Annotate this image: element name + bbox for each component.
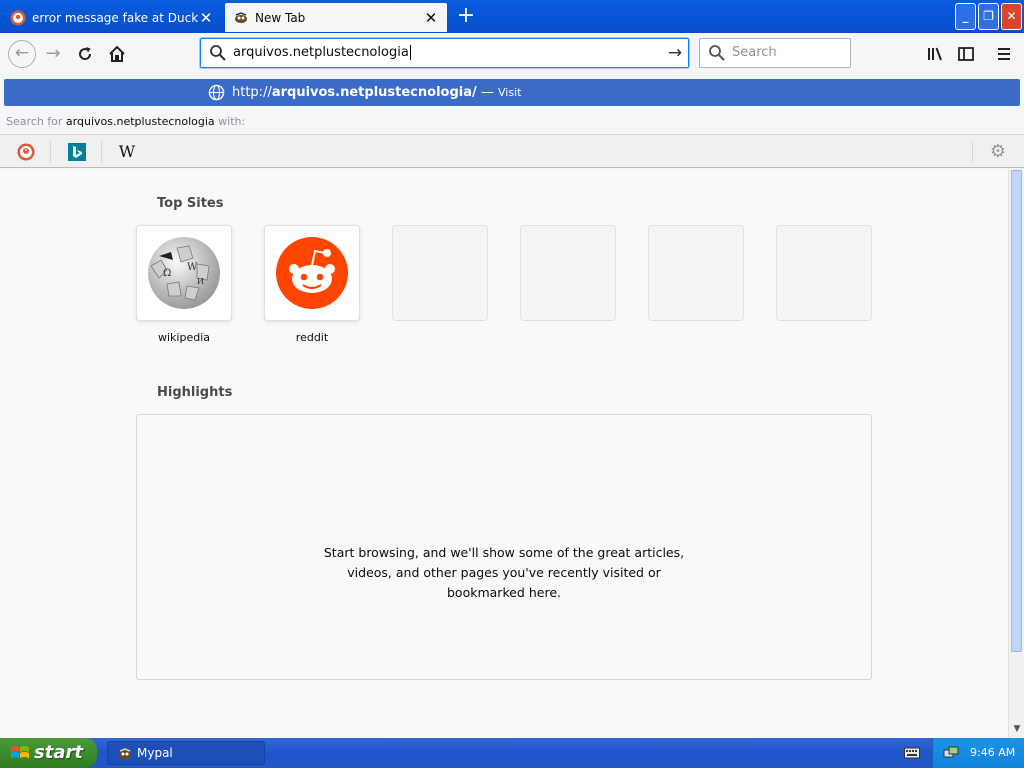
text-caret xyxy=(409,45,411,60)
engine-divider xyxy=(972,141,973,163)
home-icon xyxy=(109,45,125,62)
forward-button[interactable]: → xyxy=(41,42,65,66)
search-with-label: Search for arquivos.netplustecnologia wi… xyxy=(6,115,245,128)
duckduckgo-icon xyxy=(10,10,26,25)
sidebar-icon xyxy=(958,47,974,61)
taskbar-item-mypal[interactable]: Mypal xyxy=(107,741,265,765)
keyboard-icon[interactable] xyxy=(904,746,920,759)
windows-logo-icon xyxy=(11,746,29,758)
search-for-query: arquivos.netplustecnologia xyxy=(65,115,215,128)
start-label: start xyxy=(34,742,83,763)
minimize-button[interactable]: _ xyxy=(955,3,976,30)
search-engine-bar: W ⚙ xyxy=(0,134,1024,168)
engine-divider xyxy=(50,141,51,163)
library-button[interactable] xyxy=(923,42,947,66)
visit-separator: — xyxy=(476,85,499,100)
top-site-tile-reddit[interactable] xyxy=(264,225,360,321)
back-button[interactable]: ← xyxy=(8,40,36,68)
new-tab-button[interactable]: + xyxy=(455,5,477,28)
search-icon xyxy=(709,45,725,61)
system-tray: 9:46 AM xyxy=(932,738,1024,768)
url-input[interactable]: arquivos.netplustecnologia xyxy=(233,39,411,67)
search-placeholder: Search xyxy=(732,45,777,60)
top-site-empty-slot[interactable] xyxy=(392,225,488,321)
top-site-label: reddit xyxy=(295,331,329,344)
autocomplete-visit-row[interactable]: http://arquivos.netplustecnologia/ — Vis… xyxy=(4,79,1020,106)
reload-icon xyxy=(79,47,92,60)
highlights-message-line: videos, and other pages you've recently … xyxy=(347,565,661,580)
highlights-message-line: bookmarked here. xyxy=(447,585,561,600)
tab-label: error message fake at DuckDuckGo xyxy=(32,10,198,25)
gear-icon[interactable]: ⚙ xyxy=(988,142,1008,162)
url-bar[interactable]: arquivos.netplustecnologia → xyxy=(200,38,689,68)
menu-button[interactable] xyxy=(992,42,1016,66)
reload-button[interactable] xyxy=(73,42,97,66)
mypal-icon xyxy=(235,11,247,23)
highlights-heading: Highlights xyxy=(157,385,233,400)
svg-text:W: W xyxy=(187,262,198,273)
top-site-empty-slot[interactable] xyxy=(520,225,616,321)
library-icon xyxy=(928,47,942,61)
close-tab-icon[interactable]: ✕ xyxy=(423,9,439,27)
sidebar-button[interactable] xyxy=(954,42,978,66)
mypal-icon xyxy=(119,748,131,759)
highlights-message-line: Start browsing, and we'll show some of t… xyxy=(323,545,685,560)
visit-url: http://arquivos.netplustecnologia/ — Vis… xyxy=(232,79,521,106)
reddit-alien-icon xyxy=(276,237,348,309)
scrollbar-thumb[interactable] xyxy=(1011,170,1022,652)
scroll-down-arrow-icon[interactable]: ▼ xyxy=(1011,722,1023,736)
top-site-empty-slot[interactable] xyxy=(648,225,744,321)
tab-label: New Tab xyxy=(255,10,306,25)
search-for-text: Search for xyxy=(6,115,63,128)
hamburger-menu-icon xyxy=(998,48,1010,60)
search-icon xyxy=(210,45,226,61)
tab-duckduckgo[interactable]: error message fake at DuckDuckGo ✕ xyxy=(2,3,222,32)
wikipedia-w-icon[interactable]: W xyxy=(117,142,137,162)
taskbar-item-label: Mypal xyxy=(137,746,173,760)
top-site-tile-wikipedia[interactable]: Ω W И xyxy=(136,225,232,321)
clock[interactable]: 9:46 AM xyxy=(970,738,1015,768)
highlights-empty-message: Start browsing, and we'll show some of t… xyxy=(137,543,871,603)
network-icon[interactable] xyxy=(943,745,959,761)
scrollbar[interactable]: ▼ xyxy=(1008,170,1024,738)
top-site-label: wikipedia xyxy=(157,331,210,344)
duckduckgo-icon[interactable] xyxy=(16,142,36,162)
highlights-empty-box: Start browsing, and we'll show some of t… xyxy=(136,414,872,680)
visit-action: Visit xyxy=(498,86,522,99)
maximize-button[interactable]: ❐ xyxy=(978,3,999,30)
url-text: arquivos.netplustecnologia xyxy=(233,45,409,60)
go-arrow-icon[interactable]: → xyxy=(665,42,685,64)
home-button[interactable] xyxy=(105,42,129,66)
search-for-suffix: with: xyxy=(218,115,246,128)
search-bar[interactable]: Search xyxy=(699,38,851,68)
visit-url-domain: arquivos.netplustecnologia/ xyxy=(271,85,477,100)
start-button[interactable]: start xyxy=(0,738,97,768)
tab-new-tab[interactable]: New Tab ✕ xyxy=(225,3,447,32)
close-tab-icon[interactable]: ✕ xyxy=(198,9,214,27)
svg-text:Ω: Ω xyxy=(163,268,171,279)
svg-text:И: И xyxy=(197,277,204,286)
engine-divider xyxy=(101,141,102,163)
globe-icon xyxy=(208,84,225,101)
visit-url-prefix: http:// xyxy=(232,85,272,100)
close-window-button[interactable]: ✕ xyxy=(1001,3,1022,30)
wikipedia-globe-icon: Ω W И xyxy=(148,237,220,309)
bing-icon[interactable] xyxy=(67,142,87,162)
top-sites-heading: Top Sites xyxy=(157,196,224,211)
top-site-empty-slot[interactable] xyxy=(776,225,872,321)
